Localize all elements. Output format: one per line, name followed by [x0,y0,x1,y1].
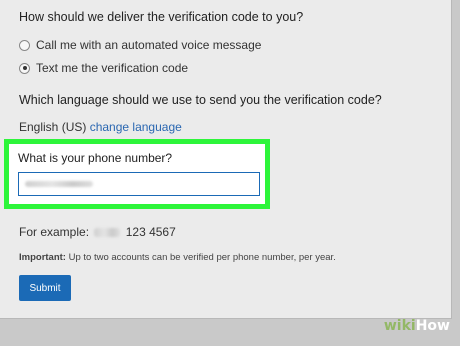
language-question: Which language should we use to send you… [19,93,382,107]
option-text-message-label: Text me the verification code [36,61,189,75]
watermark-how: How [415,318,450,334]
radio-text-message[interactable] [19,62,30,74]
language-line: English (US) change language [19,120,182,134]
watermark-wiki: wiki [383,318,416,334]
redacted-phone-number [25,181,93,187]
option-voice-call-label: Call me with an automated voice message [36,38,262,52]
submit-button[interactable]: Submit [19,275,71,301]
example-prefix: For example: [19,225,90,239]
option-voice-call[interactable]: Call me with an automated voice message [19,38,261,52]
option-text-message[interactable]: Text me the verification code [19,61,188,75]
change-language-link[interactable]: change language [90,120,182,134]
delivery-question: How should we deliver the verification c… [19,10,304,24]
important-text: Up to two accounts can be verified per p… [65,252,336,263]
important-label: Important: [19,252,66,263]
important-notice: Important: Up to two accounts can be ver… [19,252,336,263]
phone-highlight-box: What is your phone number? [4,139,270,209]
verification-panel: How should we deliver the verification c… [0,0,452,319]
example-number: 123 4567 [125,225,176,239]
redacted-country-code [94,228,121,238]
radio-voice-call[interactable] [19,39,30,51]
phone-example: For example: 123 4567 [19,225,176,239]
phone-number-label: What is your phone number? [18,151,173,165]
current-language: English (US) [19,120,87,134]
wikihow-watermark: wikiHow [384,318,450,334]
